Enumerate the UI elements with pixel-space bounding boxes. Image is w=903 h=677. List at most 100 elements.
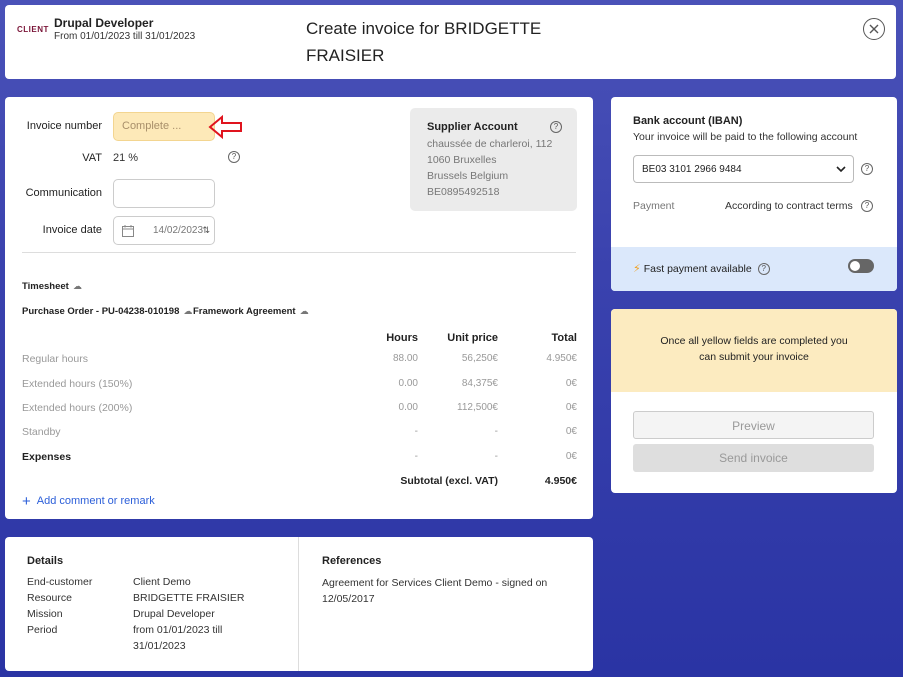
supplier-address-line1: chaussée de charleroi, 112	[427, 138, 553, 150]
calendar-icon[interactable]	[122, 225, 134, 237]
period-value-line2: 31/01/2023	[133, 640, 186, 652]
row-label: Regular hours	[22, 353, 88, 365]
bank-account-title: Bank account (IBAN)	[633, 115, 743, 127]
annotation-arrow-icon	[208, 114, 242, 140]
references-title: References	[322, 555, 382, 567]
vat-help-icon[interactable]: ?	[228, 151, 240, 163]
payment-help-icon[interactable]: ?	[861, 200, 873, 212]
supplier-address-line2: 1060 Bruxelles	[427, 154, 497, 166]
end-customer-value: Client Demo	[133, 576, 191, 588]
supplier-account-title: Supplier Account	[427, 121, 518, 133]
row-total: 0€	[565, 402, 577, 413]
supplier-account-box: Supplier Account ? chaussée de charleroi…	[410, 108, 577, 211]
add-comment-label: Add comment or remark	[36, 495, 155, 507]
cloud-download-icon[interactable]: ☁	[73, 281, 82, 292]
row-hours: 0.00	[398, 378, 418, 389]
period-label: Period	[27, 624, 58, 636]
details-separator	[298, 537, 299, 671]
iban-value: BE03 3101 2966 9484	[642, 164, 742, 175]
payment-label: Payment	[633, 200, 675, 212]
invoice-number-label: Invoice number	[26, 120, 102, 132]
client-logo: CLIENT	[17, 25, 49, 34]
toggle-knob	[850, 261, 860, 271]
row-unit-price: 112,500€	[457, 402, 498, 413]
purchase-order-label: Purchase Order - PU-04238-010198	[22, 306, 180, 317]
invoice-date-value: 14/02/2023	[153, 225, 204, 236]
bank-account-card: Bank account (IBAN) Your invoice will be…	[611, 97, 897, 291]
timesheet-link[interactable]: Timesheet ☁	[22, 281, 82, 292]
framework-agreement-label: Framework Agreement	[193, 306, 296, 317]
payment-value: According to contract terms	[725, 200, 853, 212]
date-spinner-icon[interactable]: ⇅	[202, 225, 210, 236]
purchase-order-link[interactable]: Purchase Order - PU-04238-010198 ☁	[22, 306, 192, 317]
details-title: Details	[27, 555, 64, 567]
row-hours: 88.00	[392, 353, 418, 364]
divider	[22, 252, 576, 253]
communication-label: Communication	[25, 187, 102, 199]
row-unit-price: 84,375€	[461, 378, 498, 389]
timesheet-label: Timesheet	[22, 281, 69, 292]
bank-account-subtitle: Your invoice will be paid to the followi…	[633, 131, 858, 143]
fast-payment-help-icon[interactable]: ?	[757, 262, 770, 275]
cloud-download-icon[interactable]: ☁	[183, 306, 192, 317]
row-total: 0€	[565, 451, 577, 462]
add-comment-link[interactable]: + Add comment or remark	[22, 492, 155, 510]
row-unit-price: -	[494, 426, 498, 437]
cloud-download-icon[interactable]: ☁	[300, 306, 309, 317]
row-total: 4.950€	[546, 353, 577, 364]
row-label: Standby	[22, 426, 61, 438]
vat-value: 21 %	[113, 152, 139, 164]
row-hours: 0.00	[398, 402, 418, 413]
fast-payment-bar: ⚡ Fast payment available ?	[611, 247, 897, 291]
framework-agreement-link[interactable]: Framework Agreement ☁	[193, 306, 309, 317]
mission-label: Mission	[27, 608, 63, 620]
chevron-down-icon	[836, 166, 846, 173]
subtotal-value: 4.950€	[544, 475, 577, 487]
invoice-number-input[interactable]: Complete ...	[113, 112, 215, 141]
mission-title: Drupal Developer	[54, 16, 154, 30]
vat-label: VAT	[82, 152, 102, 164]
row-unit-price: -	[494, 451, 498, 462]
communication-input[interactable]	[113, 179, 215, 208]
subtotal-label: Subtotal (excl. VAT)	[400, 475, 498, 487]
lightning-icon: ⚡	[633, 263, 641, 275]
invoice-number-placeholder: Complete ...	[122, 120, 182, 132]
fast-payment-label-group: ⚡ Fast payment available ?	[633, 262, 770, 275]
row-total: 0€	[565, 426, 577, 437]
row-label: Extended hours (150%)	[22, 378, 133, 390]
mission-value: Drupal Developer	[133, 608, 215, 620]
supplier-help-icon[interactable]: ?	[550, 121, 562, 133]
submit-card: Once all yellow fields are completed you…	[611, 309, 897, 493]
details-card: Details End-customer Client Demo Resourc…	[5, 537, 593, 671]
invoice-date-input[interactable]: 14/02/2023 ⇅	[113, 216, 215, 245]
preview-button[interactable]: Preview	[633, 411, 874, 439]
period-value-line1: from 01/01/2023 till	[133, 624, 223, 636]
references-text: Agreement for Services Client Demo - sig…	[322, 577, 548, 605]
required-fields-note-text: Once all yellow fields are completed you…	[660, 335, 848, 363]
iban-help-icon[interactable]: ?	[861, 163, 873, 175]
resource-value: BRIDGETTE FRAISIER	[133, 592, 245, 604]
row-unit-price: 56,250€	[461, 353, 498, 364]
header: CLIENT Drupal Developer From 01/01/2023 …	[5, 5, 896, 79]
send-invoice-button[interactable]: Send invoice	[633, 444, 874, 472]
row-total: 0€	[565, 378, 577, 389]
row-label: Extended hours (200%)	[22, 402, 133, 414]
hours-header: Hours	[386, 332, 418, 344]
iban-select[interactable]: BE03 3101 2966 9484	[633, 155, 854, 183]
row-hours: -	[414, 451, 418, 462]
unit-price-header: Unit price	[447, 332, 498, 344]
row-label: Expenses	[22, 451, 72, 463]
fast-payment-toggle[interactable]	[848, 259, 874, 273]
end-customer-label: End-customer	[27, 576, 93, 588]
row-hours: -	[414, 426, 418, 437]
close-button[interactable]	[863, 18, 885, 40]
resource-label: Resource	[27, 592, 72, 604]
required-fields-note: Once all yellow fields are completed you…	[611, 309, 897, 392]
plus-icon: +	[22, 492, 31, 510]
close-icon	[869, 24, 879, 34]
total-header: Total	[551, 332, 577, 344]
mission-period: From 01/01/2023 till 31/01/2023	[54, 31, 196, 42]
fast-payment-label: Fast payment available	[643, 262, 752, 275]
page-title: Create invoice for BRIDGETTE FRAISIER	[306, 19, 542, 65]
invoice-date-label: Invoice date	[42, 224, 102, 236]
